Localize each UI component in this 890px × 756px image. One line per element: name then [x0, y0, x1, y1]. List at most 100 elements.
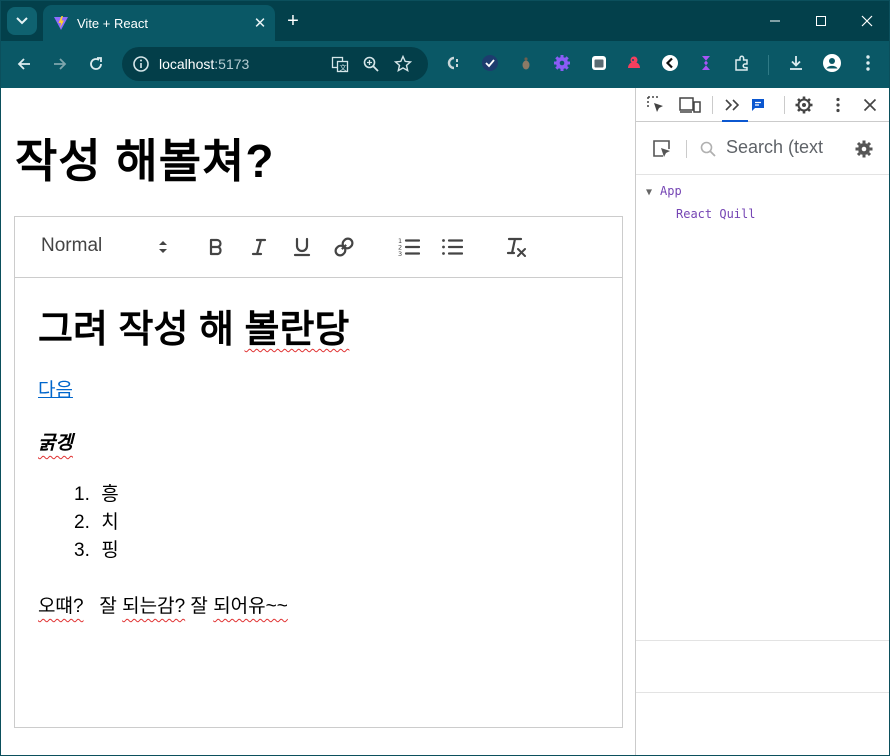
devtools-panel: Search (text ▼ App React Quill: [635, 88, 889, 755]
list-item-text: 치: [101, 512, 119, 533]
header-picker-label: Normal: [41, 235, 103, 256]
extension-pink-icon[interactable]: [623, 52, 645, 74]
extension-gear-icon[interactable]: [551, 52, 573, 74]
italic-button[interactable]: [246, 234, 272, 260]
devtools-divider: [686, 140, 687, 158]
ordered-list-icon: 123: [398, 237, 420, 257]
content-heading-1: 그려 작성 해 볼란당: [38, 309, 350, 351]
tab-close-icon[interactable]: ✕: [249, 12, 271, 34]
updown-arrows-icon: [159, 241, 167, 253]
download-icon[interactable]: [785, 52, 807, 74]
underline-button[interactable]: [289, 234, 315, 260]
toolbar-separator: [768, 55, 769, 75]
components-toolbar: Search (text: [636, 122, 889, 175]
url-port: :5173: [214, 56, 250, 72]
zoom-icon[interactable]: [360, 53, 382, 75]
tab-strip: Vite + React ✕ +: [1, 1, 889, 41]
search-icon: [696, 137, 720, 161]
component-tree: ▼ App React Quill: [636, 175, 889, 229]
link-icon: [334, 237, 354, 257]
reload-button[interactable]: [81, 49, 111, 79]
browser-toolbar: localhost:5173 文: [1, 41, 889, 88]
bullet-list-button[interactable]: [439, 234, 465, 260]
url-text[interactable]: localhost:5173: [159, 56, 249, 72]
caret-down-icon[interactable]: ▼: [646, 185, 660, 201]
devtools-close-icon[interactable]: [858, 93, 882, 117]
star-icon[interactable]: [392, 53, 414, 75]
tree-node-react-quill[interactable]: React Quill: [646, 206, 889, 229]
new-tab-button[interactable]: +: [281, 9, 305, 33]
component-search-input[interactable]: Search (text: [726, 137, 823, 158]
profile-avatar-icon[interactable]: [821, 52, 843, 74]
list-item-number: 1.: [74, 484, 90, 505]
back-button[interactable]: [9, 49, 39, 79]
maximize-button[interactable]: [798, 1, 844, 41]
svg-text:3: 3: [398, 250, 402, 257]
content-link[interactable]: 다음: [38, 375, 73, 402]
extension-purple-icon[interactable]: [695, 52, 717, 74]
page-title: 작성 해볼쳐?: [15, 135, 275, 187]
close-window-button[interactable]: [844, 1, 889, 41]
tab-title: Vite + React: [77, 15, 148, 31]
list-item: 3. 핑: [74, 537, 608, 565]
console-tab-icon[interactable]: [746, 93, 770, 117]
list-item-number: 2.: [74, 512, 90, 533]
list-item: 1. 흥: [74, 481, 608, 509]
device-toolbar-icon[interactable]: [678, 93, 702, 117]
devtools-menu-icon[interactable]: [826, 93, 850, 117]
minimize-button[interactable]: [752, 1, 798, 41]
italic-icon: [251, 238, 267, 256]
close-icon: [861, 15, 873, 27]
browser-window: Vite + React ✕ + localhost:5173 文 작성 해볼쳐…: [0, 0, 890, 756]
vite-logo-icon: [54, 16, 68, 30]
bold-button[interactable]: [203, 234, 229, 260]
components-settings-icon[interactable]: [852, 137, 876, 161]
url-host: localhost: [159, 56, 215, 72]
svg-text:文: 文: [340, 63, 347, 72]
extension-window-icon[interactable]: [588, 52, 610, 74]
list-item-number: 3.: [74, 540, 90, 561]
web-page: 작성 해볼쳐? Normal 1 2 3 그려 작성 해 볼란당 다음 굵겡 1…: [1, 88, 635, 755]
menu-kebab-icon[interactable]: [857, 52, 879, 74]
editor-content[interactable]: 그려 작성 해 볼란당 다음 굵겡 1. 흥 2. 치 3. 핑 오떄? 잘 되…: [38, 278, 608, 618]
arrow-right-icon: [54, 58, 67, 70]
extension-check-icon[interactable]: [479, 52, 501, 74]
tree-node-app[interactable]: ▼ App: [646, 183, 889, 206]
ordered-list-button[interactable]: 123: [396, 234, 422, 260]
extension-arrow-icon[interactable]: [659, 52, 681, 74]
quill-editor: Normal 123 그려 작성 해 볼란당 다음 굵겡 1. 흥 2. 치 3…: [14, 216, 623, 728]
list-item: 2. 치: [74, 509, 608, 537]
clean-format-button[interactable]: [503, 234, 529, 260]
browser-tab[interactable]: Vite + React ✕: [43, 5, 275, 41]
maximize-icon: [816, 16, 826, 26]
extension-acorn-icon[interactable]: [515, 52, 537, 74]
translate-icon[interactable]: 文: [329, 53, 351, 75]
reload-icon: [90, 57, 102, 70]
select-component-icon[interactable]: [650, 137, 674, 161]
devtools-divider: [712, 96, 713, 114]
editor-toolbar: Normal 123: [15, 217, 622, 278]
tree-node-label: React Quill: [676, 207, 756, 221]
header-picker[interactable]: Normal: [41, 235, 169, 259]
devtools-divider: [784, 96, 785, 114]
more-tabs-icon[interactable]: [720, 93, 744, 117]
devtools-tab-bar: [636, 88, 889, 122]
bold-icon: [209, 238, 222, 256]
content-last-line: 오떄? 잘 되는감? 잘 되어유~~: [38, 596, 288, 617]
underline-icon: [293, 237, 311, 257]
site-info-icon[interactable]: [130, 53, 152, 75]
content-bold-italic: 굵겡: [38, 433, 73, 454]
clear-format-icon: [506, 237, 526, 257]
link-button[interactable]: [331, 234, 357, 260]
devtools-settings-icon[interactable]: [792, 93, 816, 117]
devtools-pane-divider: [636, 692, 889, 693]
inspect-element-icon[interactable]: [644, 93, 668, 117]
minimize-icon: [770, 20, 780, 22]
forward-button[interactable]: [45, 49, 75, 79]
extension-c-icon[interactable]: [441, 52, 463, 74]
extensions-puzzle-icon[interactable]: [731, 52, 753, 74]
content-ordered-list: 1. 흥 2. 치 3. 핑: [38, 481, 608, 565]
tab-search-button[interactable]: [7, 7, 37, 35]
arrow-left-icon: [17, 58, 30, 70]
address-bar[interactable]: localhost:5173 文: [122, 47, 428, 81]
